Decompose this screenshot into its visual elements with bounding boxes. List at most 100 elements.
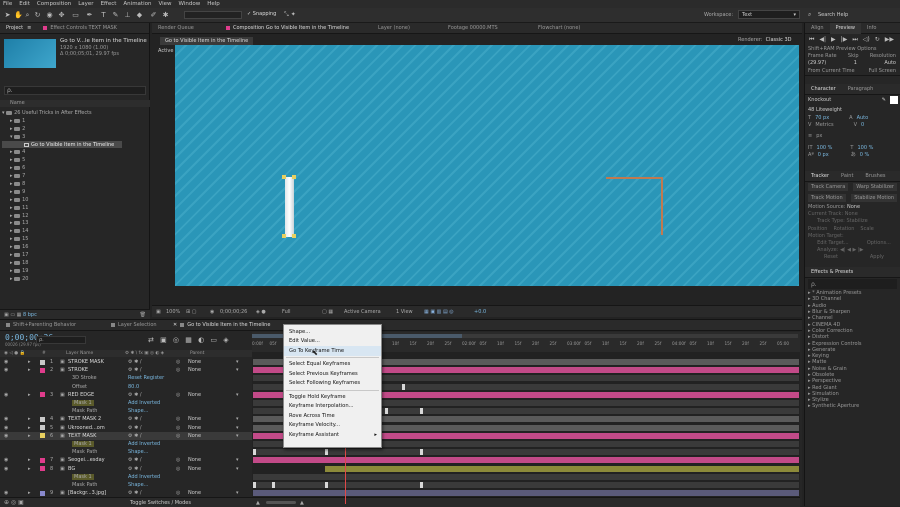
viewer-toggle-icons[interactable]: ▦ ▣ ▥ ▤ ◎	[424, 309, 454, 315]
menu-item-keyframe-interpolation[interactable]: Keyframe Interpolation...	[284, 402, 381, 412]
parent-pickwhip-icon[interactable]: ◎	[176, 416, 180, 422]
layer-label-color[interactable]	[40, 466, 45, 472]
property-name[interactable]: 3D Stroke	[72, 375, 97, 381]
tab-preview[interactable]: Preview	[829, 22, 862, 34]
menu-item-keyframe-assistant[interactable]: Keyframe Assistant ▸	[284, 430, 381, 440]
property-row[interactable]: Mask 1 Add Inverted	[0, 399, 252, 407]
keyframe-marker[interactable]	[325, 449, 328, 456]
list-item[interactable]: ▸ 4	[2, 148, 148, 156]
keyframe-marker[interactable]	[402, 383, 405, 390]
menu-item-keyframe-velocity[interactable]: Keyframe Velocity...	[284, 421, 381, 431]
scale-checkbox[interactable]: Scale	[860, 226, 873, 232]
current-time-display[interactable]: 0;00;00;26	[220, 309, 247, 315]
property-name[interactable]: Mask Path	[72, 482, 97, 488]
interpret-footage-icon[interactable]: ▣	[4, 312, 9, 318]
vertical-scale-value[interactable]: 100 %	[817, 145, 833, 151]
kerning-value[interactable]: Metrics	[815, 122, 833, 128]
layer-switches-icons[interactable]: ⚙ ✱ /	[128, 433, 142, 439]
keyframe-marker[interactable]	[272, 482, 275, 488]
property-row[interactable]: Mask Path Shape...	[0, 481, 252, 489]
skip-select[interactable]: 1	[854, 60, 857, 66]
chevron-down-icon[interactable]: ▾	[236, 433, 239, 439]
layer-duration-bar[interactable]	[253, 457, 799, 464]
brush-tool-icon[interactable]: ✎	[112, 11, 119, 19]
menu-item-select-equal-keyframes[interactable]: Select Equal Keyframes	[284, 360, 381, 370]
tab-flowchart[interactable]: Flowchart (none)	[532, 23, 586, 34]
parent-select[interactable]: None	[188, 466, 201, 472]
property-value[interactable]: Add Inverted	[128, 400, 160, 406]
layer-expand-icon[interactable]: ▸	[28, 433, 31, 439]
layer-label-color[interactable]	[40, 416, 45, 422]
layer-row[interactable]: ◉ ▸ 4 ▣ TEXT MASK 2 ⚙ ✱ / ◎ None ▾	[0, 415, 252, 423]
search-help-field[interactable]: Search Help	[818, 12, 898, 20]
chevron-down-icon[interactable]: ▾	[236, 367, 239, 373]
visibility-eye-icon[interactable]: ◉	[4, 416, 8, 422]
menu-item-select-previous-keyframes[interactable]: Select Previous Keyframes	[284, 369, 381, 379]
tab-render-queue[interactable]: Render Queue	[152, 23, 220, 34]
parent-select[interactable]: None	[188, 359, 201, 365]
exposure-value[interactable]: +0.0	[474, 309, 486, 315]
menu-edit[interactable]: Edit	[19, 1, 30, 7]
property-value[interactable]: Reset Register	[128, 375, 164, 381]
layer-row[interactable]: ◉ ▸ 1 ▣ STROKE MASK ⚙ ✱ / ◎ None ▾	[0, 358, 252, 366]
tab-brushes[interactable]: Brushes	[859, 170, 891, 181]
parent-pickwhip-icon[interactable]: ◎	[176, 457, 180, 463]
play-icon[interactable]: ▶	[831, 36, 836, 43]
property-value[interactable]: Shape...	[128, 408, 148, 414]
from-current-time-checkbox[interactable]: From Current Time	[808, 68, 855, 74]
layer-label-color[interactable]	[40, 425, 45, 431]
property-value[interactable]: 80.0	[128, 384, 139, 390]
layer-name[interactable]: Ukrooned...om	[68, 425, 105, 431]
list-item[interactable]: ▸ Synthetic Aperture	[805, 403, 900, 409]
motion-source-select[interactable]: None	[847, 204, 860, 210]
eyedropper-icon[interactable]: ✎	[882, 97, 886, 103]
list-item[interactable]: ▸ 7	[2, 172, 148, 180]
rotation-checkbox[interactable]: Rotation	[833, 226, 854, 232]
layer-name[interactable]: [Backgr...3.jpg]	[68, 490, 106, 496]
layer-row[interactable]: ◉ ▸ 9 ▣ [Backgr...3.jpg] ⚙ ✱ / ◎ None ▾	[0, 489, 252, 497]
ram-preview-icon[interactable]: ▶▶	[885, 36, 894, 43]
show-channel-icon[interactable]: ◈ ●	[256, 309, 266, 315]
eraser-tool-icon[interactable]: ◆	[136, 11, 143, 19]
menu-effect[interactable]: Effect	[101, 1, 117, 7]
effects-search-input[interactable]: ρ.	[808, 279, 897, 289]
keyframe-marker[interactable]	[420, 482, 423, 488]
keyframe-marker[interactable]	[253, 482, 256, 488]
visibility-eye-icon[interactable]: ◉	[4, 490, 8, 496]
mask-vertex-handle[interactable]	[292, 175, 296, 179]
layer-switches-icons[interactable]: ⚙ ✱ /	[128, 367, 142, 373]
property-row[interactable]: 3D Stroke Reset Register	[0, 374, 252, 382]
list-item[interactable]: ▸ 20	[2, 275, 148, 283]
menu-item-go-to-keyframe-time[interactable]: Go To Keyframe Time ⬉	[284, 346, 381, 357]
menu-view[interactable]: View	[158, 1, 171, 7]
layer-label-color[interactable]	[40, 433, 45, 439]
loop-icon[interactable]: ↻	[875, 36, 880, 43]
list-item[interactable]: ▸ 18	[2, 259, 148, 267]
last-frame-icon[interactable]: ⏭	[852, 36, 857, 44]
layer-expand-icon[interactable]: ▸	[28, 416, 31, 422]
layer-expand-icon[interactable]: ▸	[28, 466, 31, 472]
menu-item-toggle-hold-keyframe[interactable]: Toggle Hold Keyframe	[284, 392, 381, 402]
property-track[interactable]	[253, 482, 799, 488]
apply-button[interactable]: Apply	[870, 254, 884, 260]
layer-row[interactable]: ◉ ▸ 2 ▣ STROKE ⚙ ✱ / ◎ None ▾	[0, 366, 252, 374]
parent-select[interactable]: None	[188, 425, 201, 431]
region-of-interest-icon[interactable]: ▢ ▦	[322, 309, 333, 315]
tab-paint[interactable]: Paint	[835, 170, 859, 181]
property-name[interactable]: Mask 1	[72, 473, 94, 480]
font-size-value[interactable]: 70 px	[815, 115, 829, 121]
property-value[interactable]: Add Inverted	[128, 441, 160, 447]
snapping-checkbox[interactable]: ✓ Snapping	[247, 11, 276, 17]
visibility-eye-icon[interactable]: ◉	[4, 425, 8, 431]
menu-window[interactable]: Window	[179, 1, 201, 7]
zoom-in-icon[interactable]: ▲	[300, 500, 304, 506]
layer-expand-icon[interactable]: ▸	[28, 392, 31, 398]
property-value[interactable]: Shape...	[128, 449, 148, 455]
layer-switches-icons[interactable]: ⚙ ✱ /	[128, 392, 142, 398]
name-column-header[interactable]: Name	[0, 100, 150, 107]
parent-pickwhip-icon[interactable]: ◎	[176, 466, 180, 472]
property-track[interactable]	[253, 449, 799, 456]
track-camera-button[interactable]: Track Camera	[808, 183, 849, 191]
list-item[interactable]: ▸ 19	[2, 267, 148, 275]
resolution-select[interactable]: Auto	[884, 60, 896, 66]
